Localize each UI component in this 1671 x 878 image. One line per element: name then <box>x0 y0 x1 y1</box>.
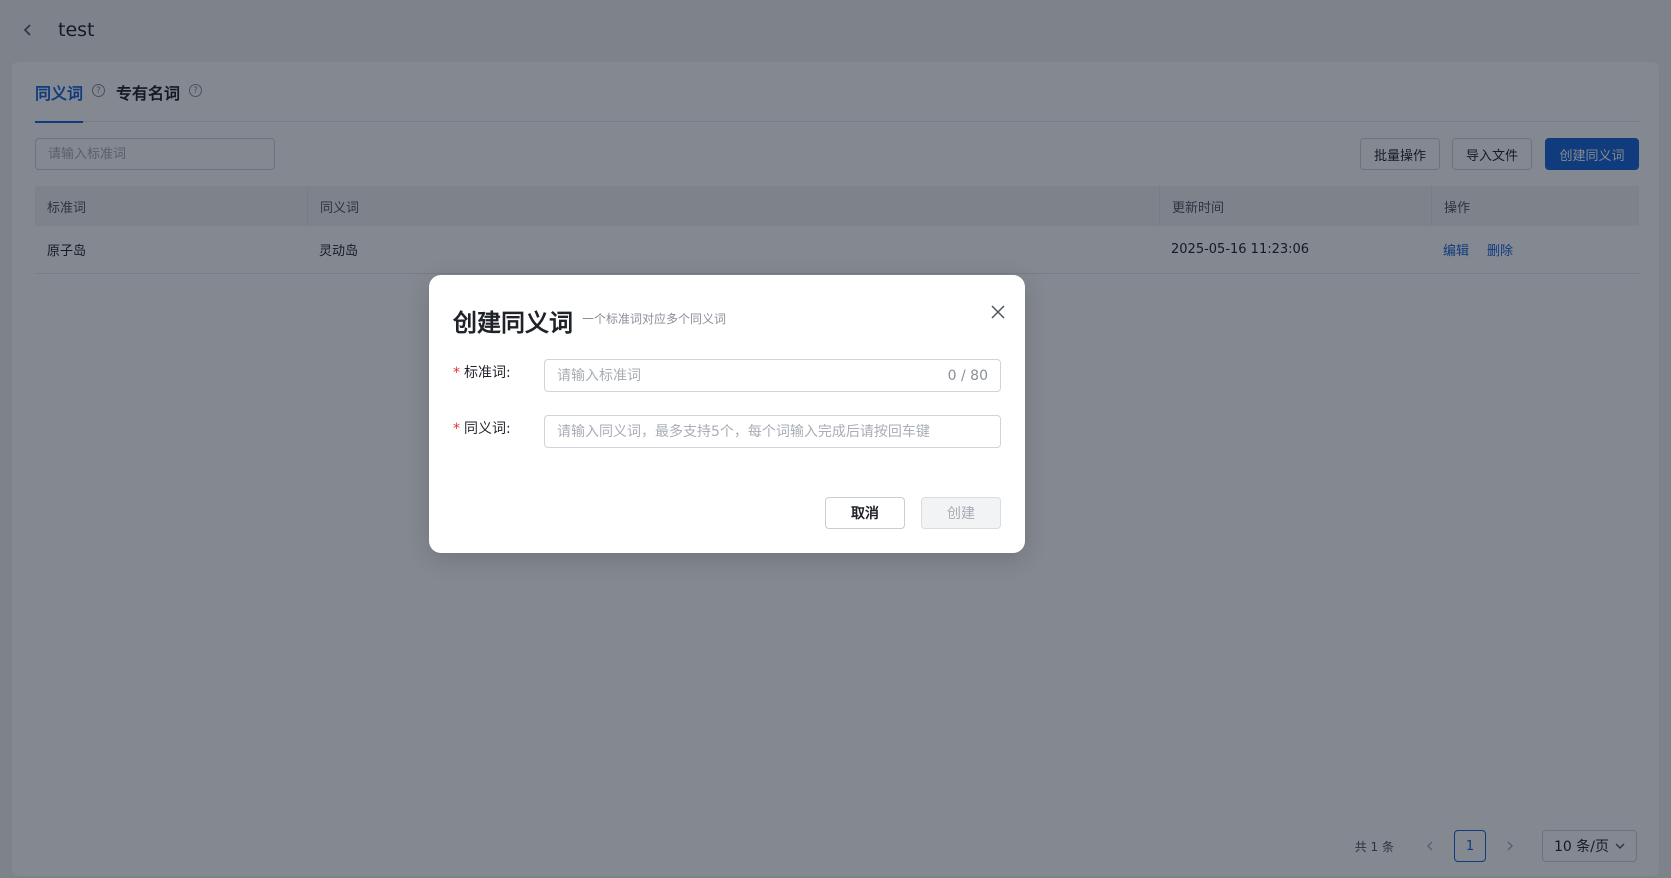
char-counter: 0 / 80 <box>947 367 988 384</box>
synonym-input[interactable] <box>557 423 988 440</box>
dialog-close-button[interactable] <box>987 301 1009 323</box>
synonym-field <box>544 415 1001 448</box>
synonym-label-text: 同义词: <box>464 421 511 437</box>
standard-word-label: * 标准词: <box>453 362 511 382</box>
required-mark: * <box>453 421 460 437</box>
standard-word-label-text: 标准词: <box>464 365 511 381</box>
create-button[interactable]: 创建 <box>921 497 1001 529</box>
dialog-subtitle: 一个标准词对应多个同义词 <box>582 312 727 326</box>
synonym-label: * 同义词: <box>453 418 511 438</box>
cancel-button[interactable]: 取消 <box>825 497 905 529</box>
close-icon <box>991 305 1005 319</box>
standard-word-field: 0 / 80 <box>544 359 1001 392</box>
create-synonym-dialog: 创建同义词 一个标准词对应多个同义词 *标准词: 0 / 80 *同义词: 取消… <box>429 275 1025 553</box>
standard-word-input[interactable] <box>557 367 948 384</box>
dialog-title: 创建同义词 <box>453 309 573 337</box>
required-mark: * <box>453 365 460 381</box>
